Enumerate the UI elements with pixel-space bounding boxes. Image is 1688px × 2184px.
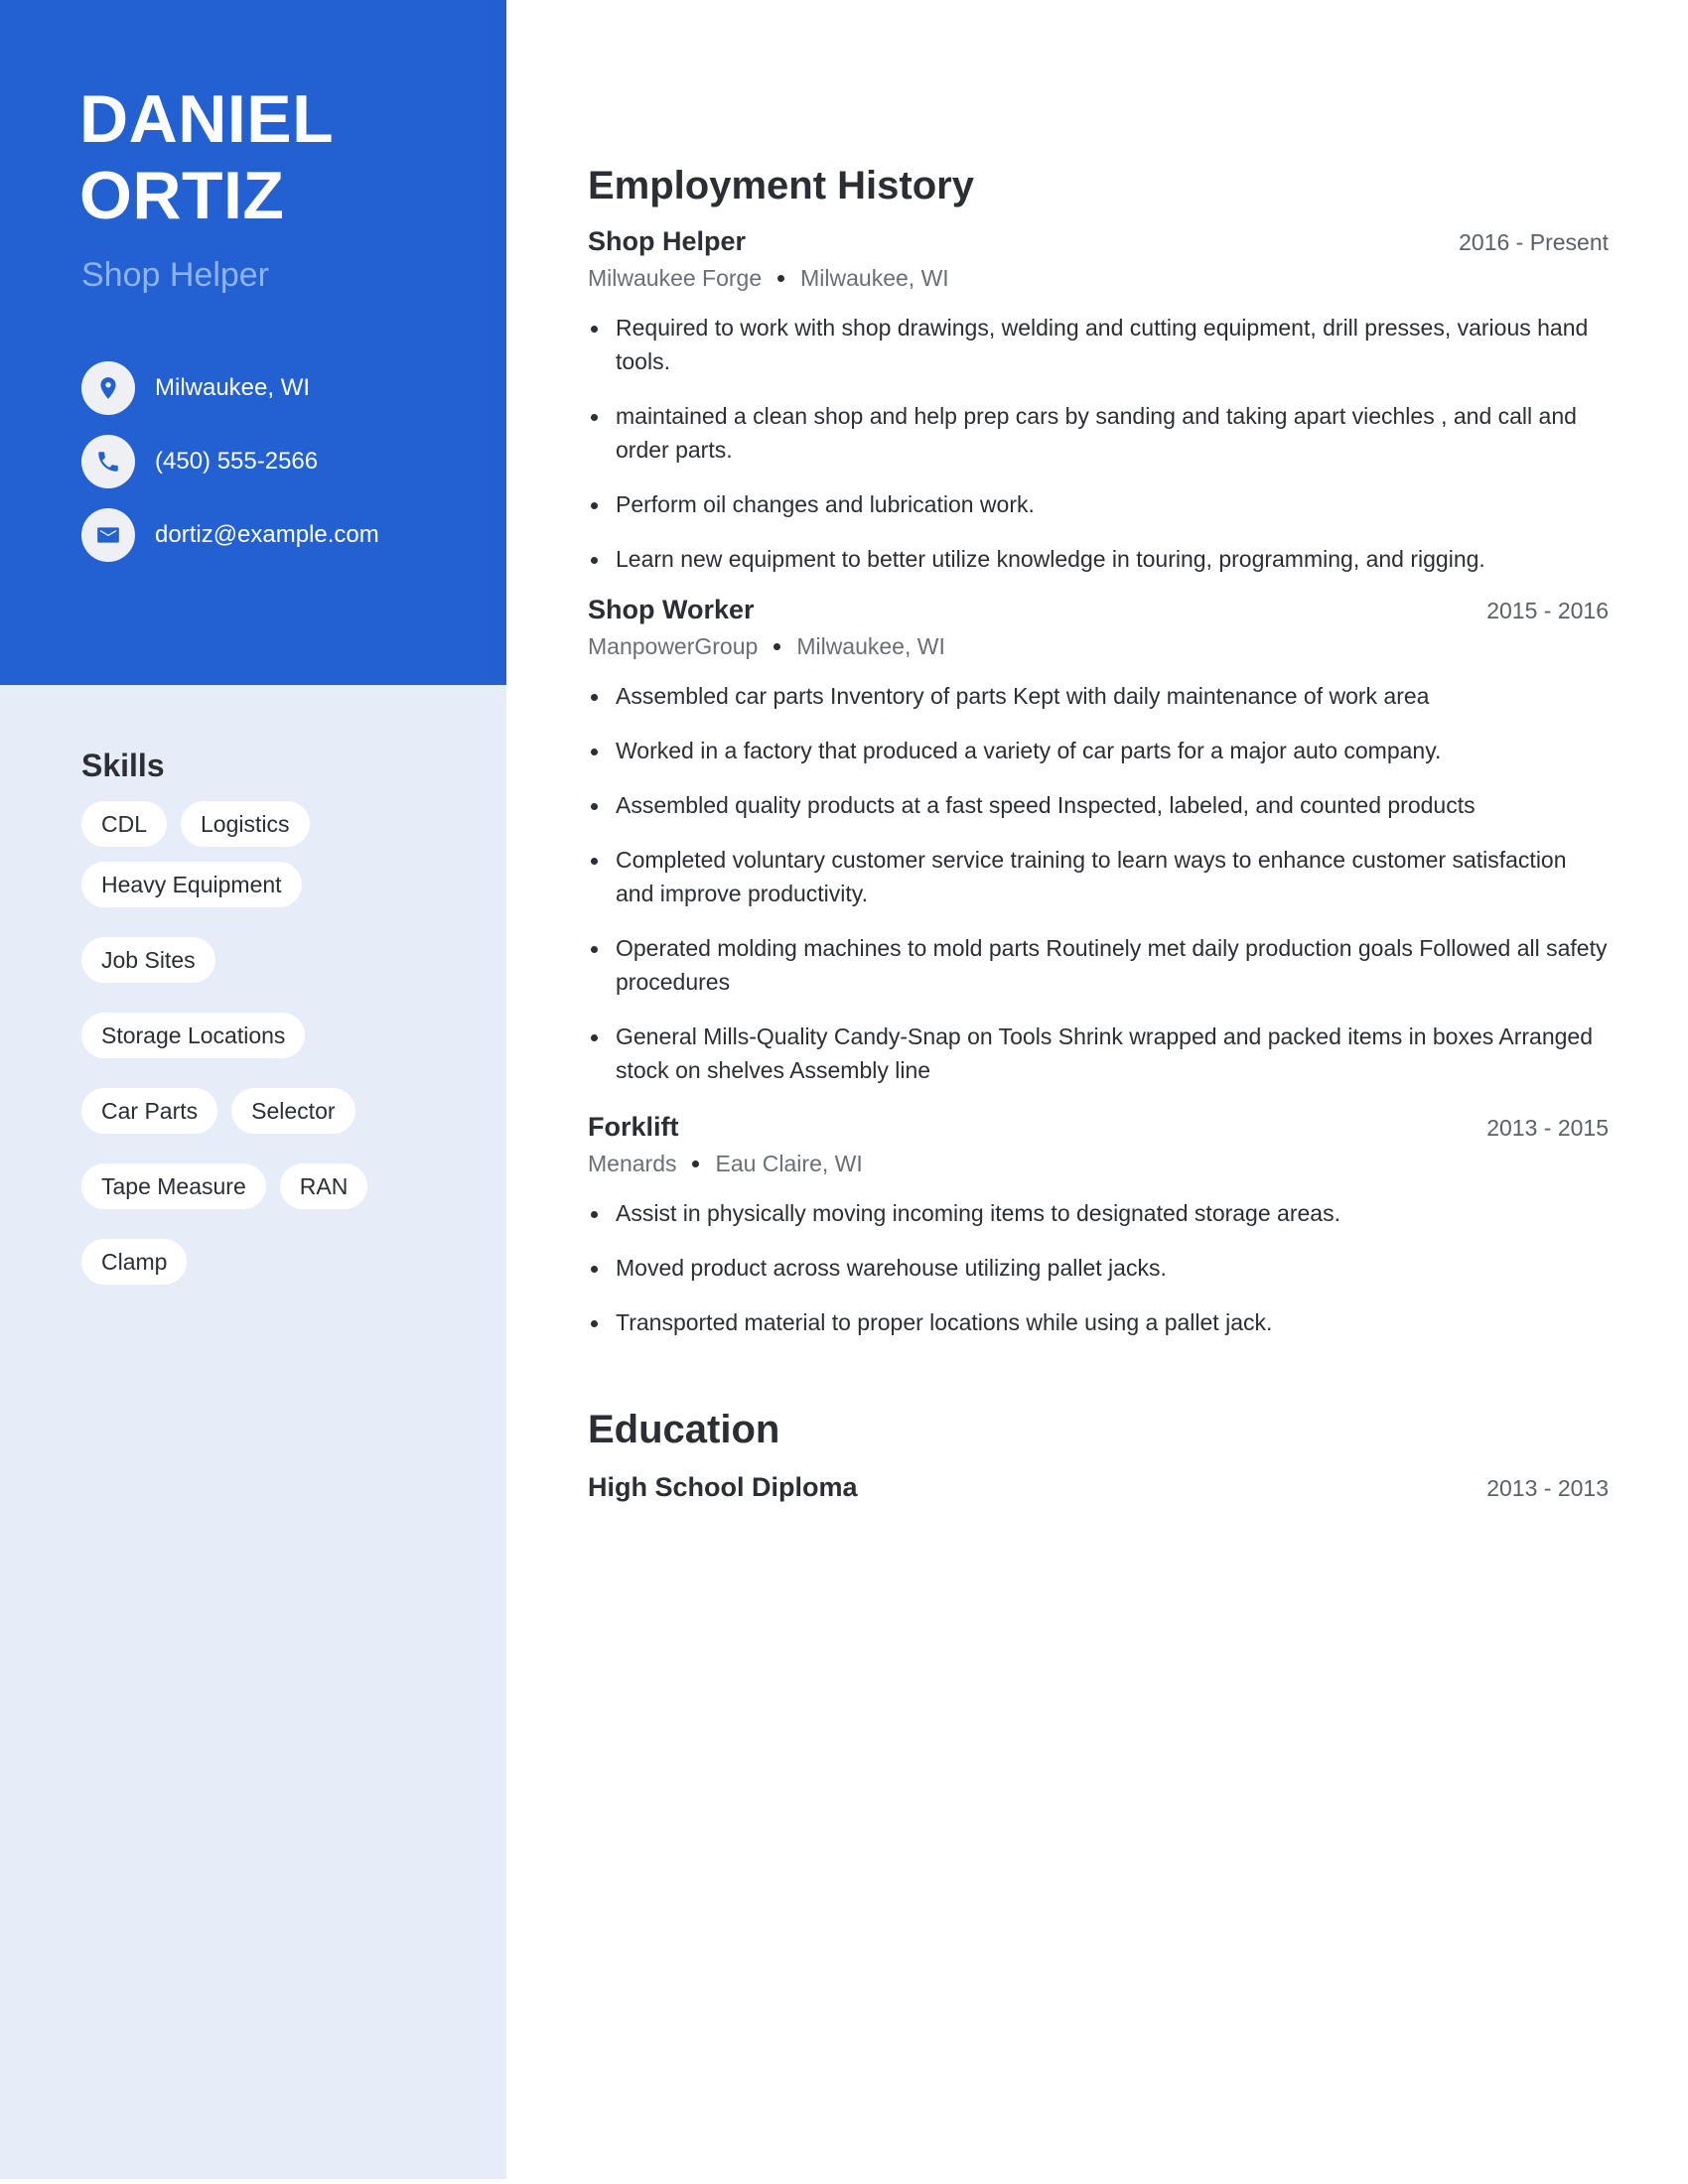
skill-pill: Heavy Equipment <box>81 862 302 907</box>
job-meta: Milwaukee Forge Milwaukee, WI <box>588 261 1609 295</box>
job-company: Milwaukee Forge <box>588 265 763 291</box>
separator-dot-icon <box>692 1160 700 1167</box>
mail-icon <box>81 508 135 562</box>
skill-pill: CDL <box>81 801 168 847</box>
job-bullets: Required to work with shop drawings, wel… <box>588 311 1609 576</box>
job-bullet: Assist in physically moving incoming ite… <box>588 1196 1609 1230</box>
job-dates: 2015 - 2016 <box>1486 598 1609 623</box>
skills-heading: Skills <box>81 748 165 783</box>
candidate-name: DANIEL ORTIZ <box>79 81 334 234</box>
contact-location: Milwaukee, WI <box>81 361 379 415</box>
phone-text[interactable]: (450) 555-2566 <box>155 448 318 476</box>
contact-phone: (450) 555-2566 <box>81 435 379 488</box>
job-title: Shop Worker <box>588 595 755 624</box>
job-bullet: Perform oil changes and lubrication work… <box>588 487 1609 521</box>
separator-dot-icon <box>777 274 785 282</box>
job-bullet: Operated molding machines to mold parts … <box>588 931 1609 999</box>
job-company: ManpowerGroup <box>588 633 759 659</box>
contact-list: Milwaukee, WI (450) 555-2566 dortiz@exam… <box>81 361 379 582</box>
first-name: DANIEL <box>79 81 335 157</box>
job-bullet: Learn new equipment to better utilize kn… <box>588 542 1609 576</box>
education-heading: Education <box>588 1408 780 1451</box>
contact-email: dortiz@example.com <box>81 508 379 562</box>
job-title: Forklift <box>588 1112 679 1142</box>
job-dates: 2016 - Present <box>1459 229 1609 255</box>
skill-pill: Car Parts <box>81 1088 218 1134</box>
job-header: Forklift 2013 - 2015 <box>588 1108 1609 1147</box>
employment-section: Employment History Shop Helper 2016 - Pr… <box>588 159 1609 1339</box>
job-meta: Menards Eau Claire, WI <box>588 1147 1609 1180</box>
job-dates: 2013 - 2015 <box>1486 1115 1609 1141</box>
education-degree: High School Diploma <box>588 1472 858 1502</box>
location-text: Milwaukee, WI <box>155 374 311 401</box>
location-pin-icon <box>81 361 135 415</box>
main-content: Employment History Shop Helper 2016 - Pr… <box>588 159 1609 1507</box>
job-bullets: Assist in physically moving incoming ite… <box>588 1196 1609 1339</box>
education-section: Education High School Diploma 2013 - 201… <box>588 1403 1609 1507</box>
job-company: Menards <box>588 1151 677 1176</box>
email-text[interactable]: dortiz@example.com <box>155 521 379 549</box>
phone-icon <box>81 435 135 488</box>
job-bullet: Worked in a factory that produced a vari… <box>588 734 1609 767</box>
skills-list: CDL Logistics Heavy Equipment Job Sites … <box>81 801 469 1285</box>
skill-pill: Job Sites <box>81 937 215 983</box>
job-bullet: Completed voluntary customer service tra… <box>588 843 1609 910</box>
job-header: Shop Worker 2015 - 2016 <box>588 591 1609 629</box>
job-entry: Forklift 2013 - 2015 Menards Eau Claire,… <box>588 1108 1609 1339</box>
skill-pill: Selector <box>231 1088 355 1134</box>
education-dates: 2013 - 2013 <box>1486 1475 1609 1501</box>
job-bullet: Moved product across warehouse utilizing… <box>588 1251 1609 1285</box>
job-location: Milwaukee, WI <box>800 265 949 291</box>
job-entry: Shop Worker 2015 - 2016 ManpowerGroup Mi… <box>588 591 1609 1087</box>
employment-heading: Employment History <box>588 164 974 207</box>
education-entry: High School Diploma 2013 - 2013 <box>588 1468 1609 1507</box>
skill-pill: Logistics <box>181 801 310 847</box>
job-title: Shop Helper <box>588 226 747 256</box>
job-location: Milwaukee, WI <box>796 633 945 659</box>
skill-pill: Storage Locations <box>81 1013 306 1058</box>
job-header: Shop Helper 2016 - Present <box>588 222 1609 261</box>
skill-pill: Tape Measure <box>81 1163 266 1209</box>
education-header: High School Diploma 2013 - 2013 <box>588 1468 1609 1507</box>
job-bullet: General Mills-Quality Candy-Snap on Tool… <box>588 1020 1609 1087</box>
job-title-subtitle: Shop Helper <box>81 256 270 294</box>
job-bullet: Required to work with shop drawings, wel… <box>588 311 1609 378</box>
separator-dot-icon <box>774 642 781 650</box>
skill-pill: Clamp <box>81 1239 188 1285</box>
job-bullet: Assembled quality products at a fast spe… <box>588 788 1609 822</box>
job-entry: Shop Helper 2016 - Present Milwaukee For… <box>588 222 1609 576</box>
job-location: Eau Claire, WI <box>715 1151 863 1176</box>
job-bullet: maintained a clean shop and help prep ca… <box>588 399 1609 467</box>
job-bullets: Assembled car parts Inventory of parts K… <box>588 679 1609 1087</box>
skill-pill: RAN <box>279 1163 368 1209</box>
job-bullet: Transported material to proper locations… <box>588 1305 1609 1339</box>
last-name: ORTIZ <box>79 158 285 233</box>
job-bullet: Assembled car parts Inventory of parts K… <box>588 679 1609 713</box>
job-meta: ManpowerGroup Milwaukee, WI <box>588 629 1609 663</box>
